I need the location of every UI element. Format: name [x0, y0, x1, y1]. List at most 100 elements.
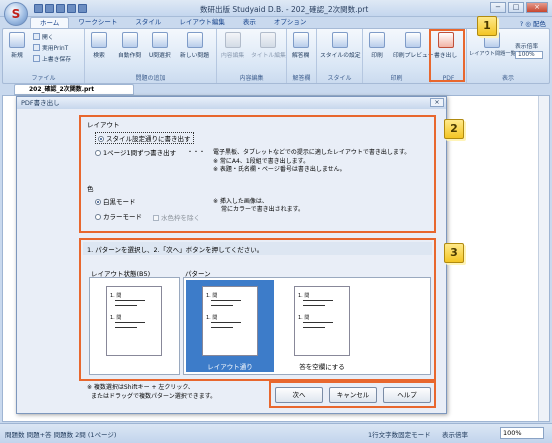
- layout-note-3: ※ 表題・氏名欄・ページ番号は書き出しません。: [213, 166, 346, 173]
- page-problem-label: 1. 問: [110, 293, 122, 299]
- quick-access-toolbar: [34, 4, 87, 13]
- option-one-per-page[interactable]: 1ページ1問ずつ書き出す: [95, 147, 176, 157]
- page-line: [303, 322, 333, 323]
- pattern-item-blank-answers[interactable]: 1. 問 1. 問 答を空欄にする: [278, 280, 366, 372]
- open-button[interactable]: 開く: [33, 32, 54, 41]
- page-problem-label: 1. 問: [298, 293, 310, 299]
- auto-create-button[interactable]: 自動作問: [118, 32, 141, 59]
- radio-style-settings[interactable]: [98, 136, 104, 142]
- page-line: [303, 327, 325, 328]
- group-add-problem: 検索 自動作問 U問選択 新しい問題 問題の追加: [85, 29, 217, 83]
- redo-icon[interactable]: [78, 4, 87, 13]
- open-icon[interactable]: [45, 4, 54, 13]
- print-t-button[interactable]: 実用PrinT: [33, 43, 68, 52]
- option-mono[interactable]: 白黒モード: [95, 196, 136, 206]
- document-tab[interactable]: 202_確認_2次関数.prt: [14, 84, 134, 95]
- layout-dots: ・・・: [187, 149, 206, 156]
- tab-view[interactable]: 表示: [234, 17, 265, 28]
- status-bar: 問題数 問題+答 問題数 2問 (1ページ) 1行文字数固定モード 表示倍率 1…: [0, 423, 552, 443]
- pattern-list: 1. 問 1. 問 レイアウト通り 1. 問 1. 問 答を空欄にする: [183, 277, 431, 375]
- new-button[interactable]: 新規: [9, 32, 25, 59]
- undo-icon[interactable]: [67, 4, 76, 13]
- pdf-export-dialog: PDF書き出し × レイアウト スタイル設定通りに書き出す 1ページ1問ずつ書き…: [16, 96, 447, 414]
- dialog-title: PDF書き出し: [17, 97, 446, 109]
- pattern-name-layout: レイアウト通り: [207, 363, 253, 371]
- cancel-button[interactable]: キャンセル: [329, 387, 377, 403]
- option-exclude-water-frame[interactable]: 水色枠を除く: [153, 212, 200, 222]
- print-icon[interactable]: [56, 4, 65, 13]
- tab-layout-edit[interactable]: レイアウト編集: [170, 17, 234, 28]
- help-button[interactable]: ヘルプ: [383, 387, 431, 403]
- style-settings-button[interactable]: スタイルの設定: [320, 32, 361, 59]
- title-bar: 数研出版 Studyaid D.B. - 202_確認_2次関数.prt − □…: [0, 0, 552, 17]
- hint-line-1: ※ 複数選択はShiftキー + 左クリック、: [87, 384, 194, 391]
- next-button[interactable]: 次へ: [275, 387, 323, 403]
- pattern-instruction: 1. パターンを選択し、2.「次へ」ボタンを押してください。: [87, 246, 264, 254]
- status-mode: 1行文字数固定モード: [368, 431, 431, 439]
- ribbon: 新規 開く 実用PrinT 上書き保存 ファイル 検索 自動作問 U問選択 新し…: [2, 28, 550, 84]
- radio-one-per-page[interactable]: [95, 150, 101, 156]
- radio-mono[interactable]: [95, 199, 101, 205]
- page-problem-label: 1. 問: [206, 315, 218, 321]
- tab-worksheet[interactable]: ワークシート: [69, 17, 126, 28]
- option-color[interactable]: カラーモード: [95, 211, 142, 221]
- pattern-item-layout[interactable]: 1. 問 1. 問 レイアウト通り: [186, 280, 274, 372]
- pattern-name-blank: 答を空欄にする: [299, 363, 345, 371]
- maximize-button[interactable]: □: [508, 2, 524, 13]
- overwrite-save-button[interactable]: 上書き保存: [33, 54, 71, 63]
- page-line: [115, 300, 145, 301]
- layout-state-panel: 1. 問 1. 問: [89, 277, 180, 375]
- page-line: [211, 305, 233, 306]
- folder-icon: [33, 33, 40, 40]
- option-style-settings[interactable]: スタイル設定通りに書き出す: [95, 132, 194, 144]
- content-edit-button[interactable]: 内容編集: [221, 32, 244, 59]
- ribbon-tabs: ホーム ワークシート スタイル レイアウト編集 表示 オプション: [30, 17, 315, 28]
- tab-style[interactable]: スタイル: [126, 17, 170, 28]
- group-file: 新規 開く 実用PrinT 上書き保存 ファイル: [3, 29, 85, 83]
- checkbox-exclude-water-frame[interactable]: [153, 215, 159, 221]
- minimize-button[interactable]: −: [490, 2, 506, 13]
- answer-sheet-button[interactable]: 解答欄: [292, 32, 309, 59]
- page-line: [211, 300, 241, 301]
- search-button[interactable]: 検索: [91, 32, 107, 59]
- print-t-icon: [33, 44, 40, 51]
- page-line: [115, 327, 137, 328]
- page-line: [115, 305, 137, 306]
- u-select-icon: [151, 32, 168, 48]
- status-problem-count: 問題数 問題+答 問題数 2問 (1ページ): [5, 431, 117, 439]
- edit-icon: [224, 32, 241, 48]
- zoom-select[interactable]: 100%: [515, 51, 543, 59]
- vertical-scrollbar[interactable]: [538, 96, 549, 421]
- magic-wand-icon: [121, 32, 138, 48]
- pattern-page-layout: 1. 問 1. 問: [202, 286, 258, 356]
- layout-heading: レイアウト: [87, 121, 120, 129]
- radio-color[interactable]: [95, 214, 101, 220]
- u-select-button[interactable]: U問選択: [149, 32, 171, 59]
- answer-sheet-icon: [292, 32, 309, 48]
- search-icon: [91, 32, 107, 48]
- new-file-icon: [9, 32, 25, 48]
- print-preview-button[interactable]: 印刷プレビュー: [393, 32, 434, 59]
- tab-options[interactable]: オプション: [265, 17, 316, 28]
- tab-home[interactable]: ホーム: [30, 17, 70, 28]
- app-menu-button[interactable]: S: [4, 2, 28, 26]
- save-icon[interactable]: [34, 4, 43, 13]
- title-edit-button[interactable]: タイトル編集: [251, 32, 286, 59]
- title-edit-icon: [260, 32, 277, 48]
- group-answer-sheet: 解答欄 解答欄: [287, 29, 317, 83]
- layout-state-page: 1. 問 1. 問: [106, 286, 162, 356]
- window-title: 数研出版 Studyaid D.B. - 202_確認_2次関数.prt: [200, 5, 369, 14]
- callout-3: 3: [444, 243, 464, 263]
- group-print: 印刷 印刷プレビュー 印刷: [363, 29, 434, 83]
- printer-icon: [369, 32, 385, 48]
- help-color-scheme[interactable]: ? ◎ 配色: [520, 18, 546, 28]
- status-zoom-label: 表示倍率: [442, 431, 468, 439]
- pattern-page-blank: 1. 問 1. 問: [294, 286, 350, 356]
- dialog-close-button[interactable]: ×: [430, 98, 444, 107]
- color-note-2: 常にカラーで書き出されます。: [221, 206, 305, 213]
- layout-note-1: 電子黒板、タブレットなどでの提示に適したレイアウトで書き出します。: [213, 149, 411, 156]
- status-zoom-select[interactable]: 100%: [500, 427, 544, 439]
- close-button[interactable]: ×: [526, 2, 548, 13]
- print-button[interactable]: 印刷: [369, 32, 385, 59]
- new-problem-button[interactable]: 新しい問題: [180, 32, 209, 59]
